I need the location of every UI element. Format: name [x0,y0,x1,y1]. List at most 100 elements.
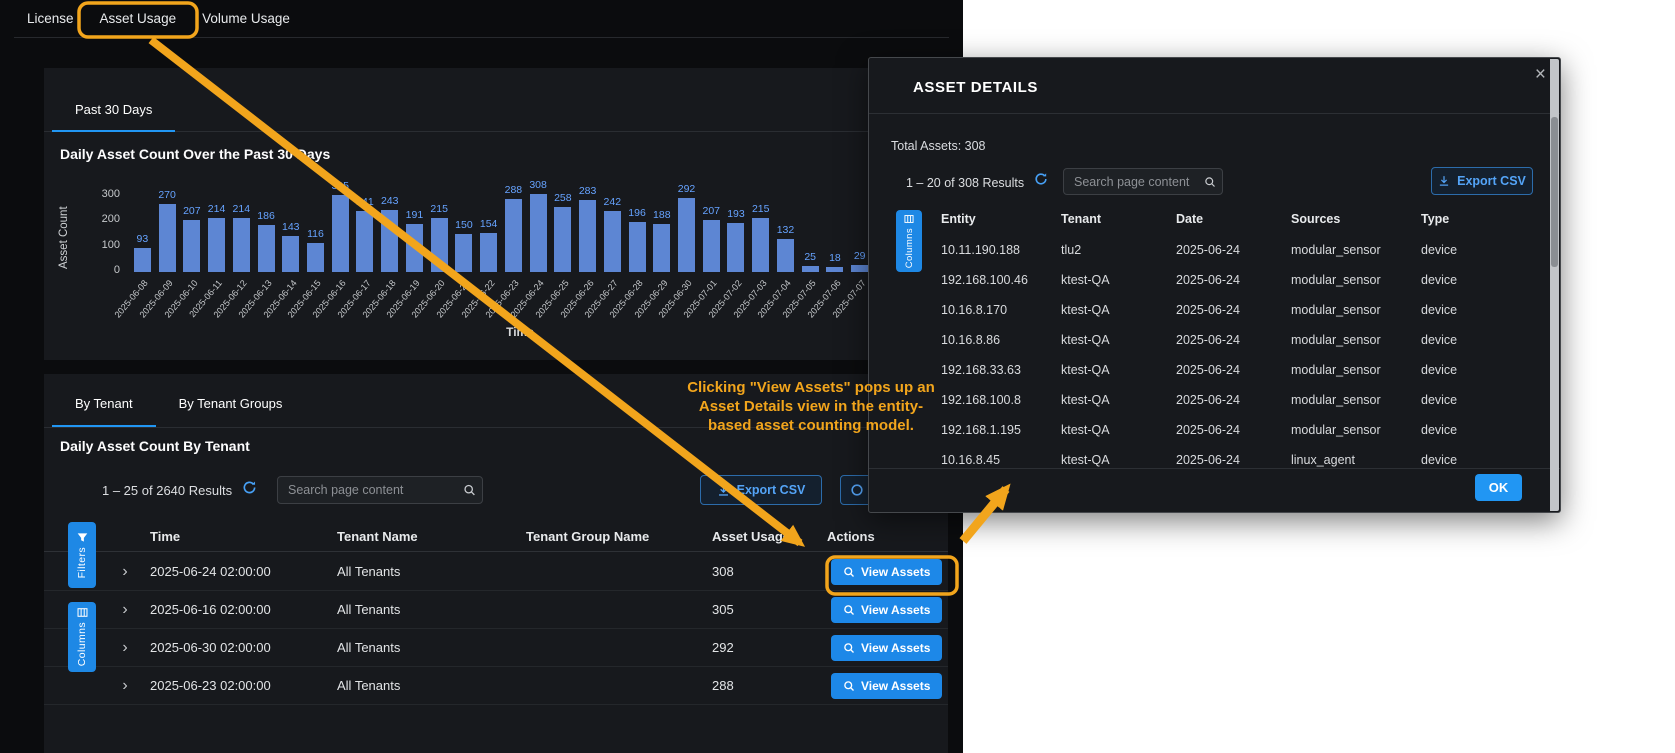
bar[interactable] [332,195,349,272]
tab-by-tenant[interactable]: By Tenant [52,374,156,427]
bar[interactable] [480,233,497,272]
row-expand-chevron[interactable]: › [100,601,150,619]
bar-value-label: 154 [480,218,498,230]
view-assets-button[interactable]: View Assets [831,635,942,661]
refresh-button[interactable] [242,480,257,498]
cell: device [1421,303,1545,317]
bar-value-label: 214 [233,203,251,215]
cell: 192.168.33.63 [941,363,1061,377]
row-expand-chevron[interactable]: › [100,639,150,657]
bar[interactable] [356,211,373,272]
screen: License Asset Usage Volume Usage Past 30… [0,0,1675,753]
bar[interactable] [233,218,250,272]
cell-asset-usage: 305 [712,602,827,617]
bar[interactable] [579,200,596,272]
bar-value-label: 283 [579,185,597,197]
bar[interactable] [802,266,819,272]
bar[interactable] [777,239,794,272]
cell: ktest-QA [1061,453,1176,467]
bar[interactable] [282,236,299,272]
tab-volume-usage[interactable]: Volume Usage [189,0,303,37]
tab-asset-usage[interactable]: Asset Usage [87,0,190,37]
table-header-cell: Actions [827,529,948,544]
bar-slot: 3052025-06-16 [328,194,353,272]
bar-chart-plot: 932025-06-082702025-06-092072025-06-1021… [130,194,872,272]
row-expand-chevron[interactable]: › [100,677,150,695]
bar[interactable] [629,222,646,272]
bar[interactable] [530,194,547,272]
bar-value-label: 258 [554,192,572,204]
cell: ktest-QA [1061,393,1176,407]
bar-slot: 2072025-06-10 [179,194,204,272]
bar[interactable] [505,199,522,272]
table-row: 10.16.8.170ktest-QA2025-06-24modular_sen… [869,295,1545,325]
view-assets-button[interactable]: View Assets [831,673,942,699]
columns-button[interactable]: Columns [68,602,96,672]
bar-value-label: 116 [307,228,324,240]
bar[interactable] [554,207,571,272]
tab-past-30-days[interactable]: Past 30 Days [52,102,175,132]
search-input[interactable] [1063,168,1223,195]
bar-slot: 2922025-06-30 [674,194,699,272]
bar-value-label: 29 [854,250,866,262]
bar-value-label: 150 [455,219,473,231]
ok-button[interactable]: OK [1475,474,1522,501]
bar[interactable] [678,198,695,272]
cell-asset-usage: 288 [712,678,827,693]
cell-asset-usage: 292 [712,640,827,655]
download-icon [717,484,730,497]
table-header-cell: Date [1176,212,1291,226]
close-icon[interactable]: × [1535,64,1546,86]
bar-slot: 1162025-06-15 [303,194,328,272]
cell: 2025-06-24 [1176,273,1291,287]
bar[interactable] [653,224,670,272]
cell: 2025-06-24 [1176,363,1291,377]
bar[interactable] [381,210,398,272]
refresh-icon [1034,172,1048,186]
bar[interactable] [752,218,769,272]
bar[interactable] [258,225,275,272]
bar-value-label: 196 [628,207,646,219]
cell: 2025-06-24 [1176,453,1291,467]
bar[interactable] [703,220,720,272]
export-csv-button[interactable]: Export CSV [700,475,822,505]
tenant-table-body: ›2025-06-24 02:00:00All Tenants308View A… [44,553,948,705]
bar[interactable] [727,223,744,272]
scrollbar-thumb[interactable] [1551,117,1558,267]
cell: 2025-06-24 [1176,393,1291,407]
cell: ktest-QA [1061,273,1176,287]
table-header-cell: Type [1421,212,1545,226]
bar[interactable] [851,265,868,272]
view-assets-button[interactable]: View Assets [831,559,942,585]
bar-slot: 1432025-06-14 [278,194,303,272]
tab-by-tenant-groups[interactable]: By Tenant Groups [156,374,306,427]
bar[interactable] [307,243,324,272]
cell-actions: View Assets [827,559,948,585]
columns-label: Columns [76,622,88,666]
view-assets-button[interactable]: View Assets [831,597,942,623]
bar[interactable] [431,218,448,272]
filters-button[interactable]: Filters [68,522,96,588]
tab-license[interactable]: License [14,0,87,37]
bar-value-label: 308 [529,179,547,191]
bar-value-label: 25 [804,251,816,263]
bar[interactable] [826,267,843,272]
table-header-cell: Asset Usage [712,529,827,544]
export-csv-button[interactable]: Export CSV [1431,167,1533,195]
bar[interactable] [159,204,176,272]
dialog-title: ASSET DETAILS [913,79,1038,96]
bar-value-label: 241 [356,196,374,208]
refresh-button[interactable] [1034,172,1048,189]
cell: ktest-QA [1061,303,1176,317]
bar[interactable] [208,218,225,272]
bar[interactable] [406,224,423,272]
bar[interactable] [604,211,621,272]
bar[interactable] [183,220,200,272]
bar[interactable] [134,248,151,272]
bar[interactable] [455,234,472,272]
row-expand-chevron[interactable]: › [100,563,150,581]
bar-value-label: 288 [505,184,523,196]
scrollbar-track[interactable] [1550,59,1559,511]
search-input[interactable] [277,476,483,504]
search-box [277,476,483,504]
